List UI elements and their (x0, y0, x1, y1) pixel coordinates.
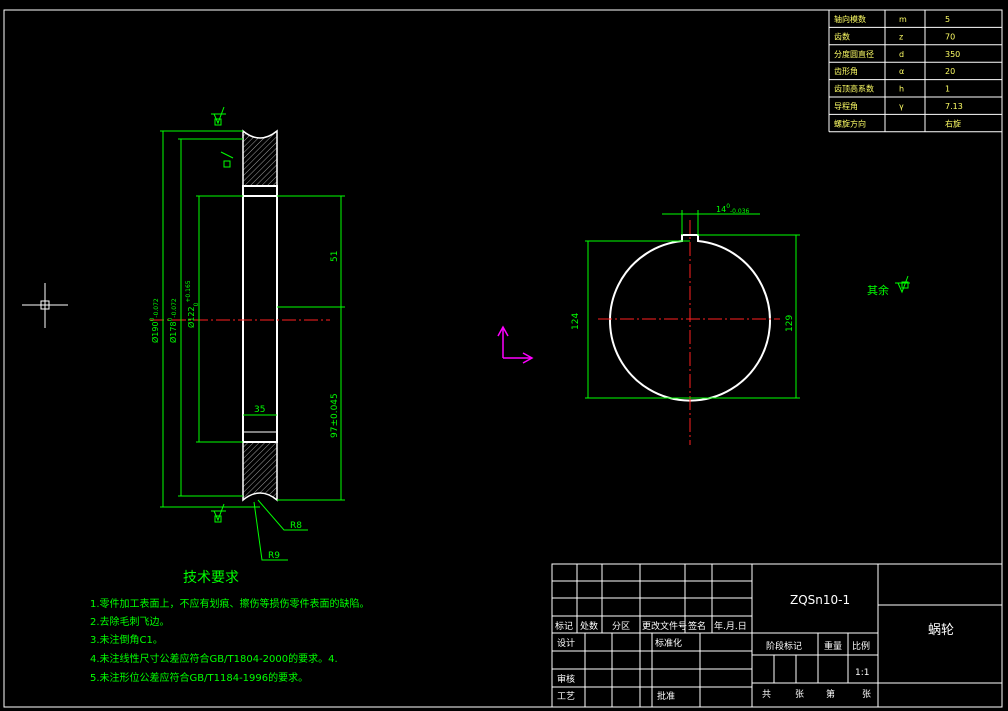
tech-title: 技术要求 (183, 570, 239, 586)
review-label: 审核 (557, 673, 575, 685)
dim-r-big: R9 (268, 551, 280, 561)
dim-d1: Ø190 (150, 321, 160, 343)
params-table: 轴向模数 m 5 齿数 z 70 分度圆直径 d 350 齿形角 α 20 齿顶高系数 h 1 导程角 γ 7.1… (828, 9, 1003, 133)
param-symbol: m (899, 15, 907, 24)
hdr-doc: 更改文件号 (642, 620, 687, 632)
param-value: 5 (945, 15, 950, 24)
dim-bore: 124 (571, 313, 581, 330)
total-label: 共 (762, 689, 771, 700)
param-name: 齿形角 (834, 66, 858, 76)
dim-key-width: 14 (716, 205, 726, 214)
hdr-mark: 标记 (555, 620, 573, 632)
ucs-icon (497, 325, 534, 364)
sheets-label: 张 (795, 689, 804, 700)
tech-item-1: 1.零件加工表面上，不应有划痕、擦伤等损伤零件表面的缺陷。 (90, 597, 370, 610)
param-name: 轴向模数 (834, 14, 866, 24)
design-label: 设计 (557, 637, 575, 649)
hdr-sign: 签名 (688, 620, 706, 632)
scale-value: 1:1 (855, 668, 869, 678)
param-value: 350 (945, 50, 960, 59)
dim-d3-tol: 0 (193, 302, 200, 306)
svg-text:Ø1220+0.165: Ø1220+0.165 (185, 280, 200, 328)
tech-item-4: 4.未注线性尺寸公差应符合GB/T1804-2000的要求。4. (90, 652, 338, 665)
hdr-date: 年.月.日 (714, 620, 747, 632)
rest-label: 其余 (867, 283, 889, 297)
param-value: 20 (945, 67, 955, 76)
dim-d2-tol-lo: -0.072 (171, 298, 178, 318)
process-label: 工艺 (557, 691, 575, 702)
dim-len-top: 51 (330, 251, 340, 262)
weight-label: 重量 (824, 640, 842, 652)
dim-key-tol-lo: -0.036 (730, 208, 750, 215)
param-symbol: γ (899, 102, 904, 111)
hdr-zone: 分区 (612, 621, 630, 632)
drawing-canvas: 轴向模数 m 5齿数 z 70分度圆直径 d 350齿形角 α 20齿顶高系数 h 1导程角 γ 7.1… (3, 9, 1003, 708)
dim-r-small: R8 (290, 521, 302, 531)
param-value: 70 (945, 32, 955, 41)
hdr-count: 处数 (580, 620, 598, 632)
param-symbol: z (899, 32, 903, 41)
nth-label: 第 (826, 688, 835, 700)
param-value: 右旋 (945, 118, 961, 128)
part-name: 蜗轮 (928, 622, 954, 638)
svg-text:Ø1780-0.072: Ø1780-0.072 (167, 298, 178, 343)
dim-d3-tol-hi: +0.165 (185, 280, 192, 302)
scale-label: 比例 (852, 640, 870, 652)
end-view (585, 210, 800, 445)
standard-label: 标准化 (655, 637, 682, 649)
param-value: 7.13 (945, 102, 963, 111)
approve-label: 批准 (657, 690, 675, 702)
dim-d2: Ø178 (168, 321, 178, 343)
dim-len-bottom: 97±0.045 (330, 393, 340, 438)
tech-item-2: 2.去除毛刺飞边。 (90, 615, 170, 628)
param-value: 1 (945, 85, 950, 94)
param-name: 齿顶高系数 (834, 84, 874, 94)
tech-item-5: 5.未注形位公差应符合GB/T1184-1996的要求。 (90, 671, 308, 684)
dim-width: 35 (254, 405, 265, 415)
dim-bore-key: 129 (785, 315, 795, 332)
sheets2-label: 张 (862, 689, 871, 700)
dim-d1-tol-lo: -0.072 (153, 298, 160, 318)
dim-d3: Ø122 (186, 306, 196, 328)
tech-item-3: 3.未注倒角C1。 (90, 633, 163, 646)
rim-bottom-hatch (242, 441, 278, 502)
crosshair-cursor (22, 283, 68, 328)
param-symbol: h (899, 85, 904, 94)
param-name: 分度圆直径 (834, 49, 874, 59)
svg-text:140-0.036: 140-0.036 (716, 203, 750, 215)
material-label: ZQSn10-1 (790, 593, 850, 607)
param-symbol: α (899, 67, 904, 76)
param-name: 齿数 (834, 31, 850, 41)
svg-text:Ø1900-0.072: Ø1900-0.072 (149, 298, 160, 343)
param-symbol: d (899, 50, 904, 59)
rim-top-hatch (242, 129, 278, 187)
stage-label: 阶段标记 (766, 640, 802, 652)
param-name: 导程角 (834, 101, 858, 111)
param-name: 螺旋方向 (834, 118, 866, 128)
